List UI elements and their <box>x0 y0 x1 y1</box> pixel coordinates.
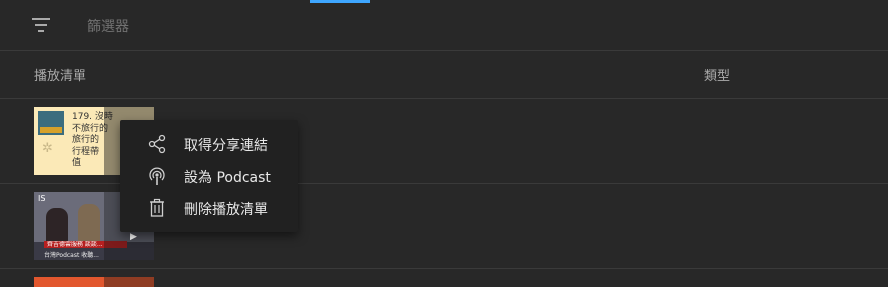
table-header: 播放清單 類型 <box>0 51 888 99</box>
play-icon: ▶ <box>130 232 137 242</box>
trash-icon <box>150 198 164 217</box>
menu-item-delete-playlist[interactable]: 刪除播放清單 <box>120 192 298 224</box>
share-icon <box>148 134 166 154</box>
channel-logo: IS <box>38 194 46 203</box>
menu-item-label: 取得分享連結 <box>184 138 268 154</box>
menu-item-share-link[interactable]: 取得分享連結 <box>120 128 298 160</box>
menu-item-label: 設為 Podcast <box>184 170 271 186</box>
menu-item-label: 刪除播放清單 <box>184 202 268 218</box>
podcast-icon <box>149 167 165 185</box>
filter-icon[interactable] <box>30 15 52 35</box>
thumbnail-person <box>46 208 68 242</box>
filter-bar: 篩選器 <box>0 0 888 51</box>
context-menu: 取得分享連結 設為 Podcast 刪除播放清單 <box>120 120 298 232</box>
filter-label[interactable]: 篩選器 <box>87 16 129 36</box>
thumbnail-art-accent <box>40 127 62 133</box>
table-row[interactable] <box>0 269 888 287</box>
column-header-type[interactable]: 類型 <box>704 65 730 84</box>
column-header-playlist[interactable]: 播放清單 <box>34 65 86 84</box>
menu-item-set-podcast[interactable]: 設為 Podcast <box>120 160 298 192</box>
microphone-icon: ✲ <box>42 141 53 156</box>
thumbnail-person <box>78 204 100 242</box>
